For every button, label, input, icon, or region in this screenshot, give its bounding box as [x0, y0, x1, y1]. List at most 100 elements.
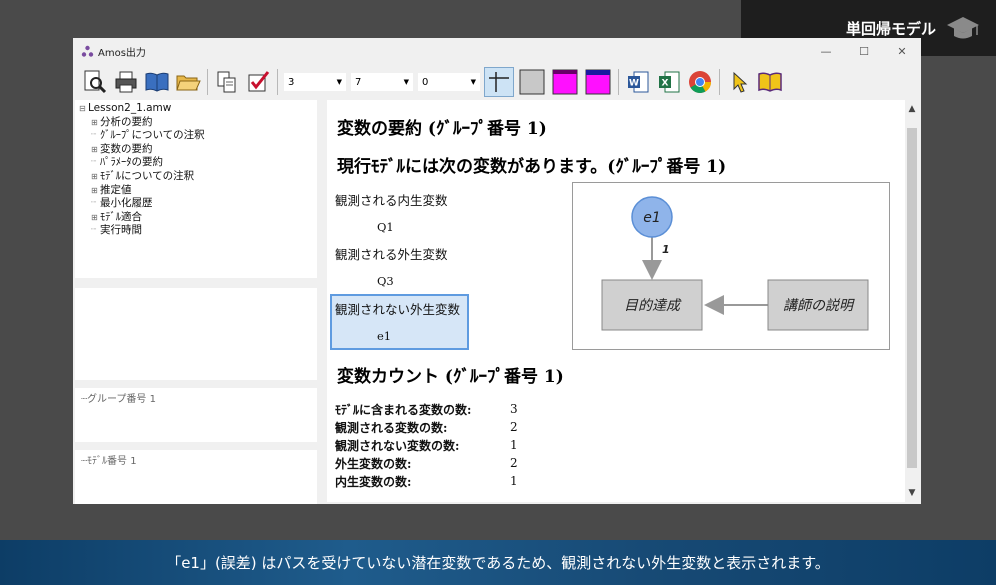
- gray-background-toggle[interactable]: [517, 67, 547, 97]
- tree-item[interactable]: ⊞ 変数の要約: [79, 143, 313, 157]
- count-label: 観測されない変数の数:: [335, 438, 460, 453]
- toolbar-separator: [719, 69, 720, 95]
- unobserved-exogenous-item: e1: [377, 329, 392, 343]
- tree-item-label: ﾊﾟﾗﾒｰﾀの要約: [100, 156, 163, 169]
- help-book-icon[interactable]: [756, 68, 784, 96]
- video-title: 単回帰モデル: [846, 19, 937, 38]
- scroll-thumb[interactable]: [907, 128, 917, 468]
- count-row: 内生変数の数: 1: [335, 472, 518, 490]
- print-preview-icon[interactable]: [81, 68, 109, 96]
- columns-select[interactable]: 0 ▼: [417, 72, 481, 92]
- tree-item[interactable]: ┈ ｸﾞﾙｰﾌﾟについての注釈: [79, 129, 313, 143]
- tree-item-label: 変数の要約: [100, 142, 153, 155]
- maximize-icon[interactable]: ☐: [845, 38, 883, 64]
- count-label: 内生変数の数:: [335, 474, 412, 489]
- book-open-icon[interactable]: [143, 68, 171, 96]
- column-width-select[interactable]: 7 ▼: [350, 72, 414, 92]
- dependent-node-label: 目的達成: [624, 298, 682, 314]
- section-heading-current-model: 現行ﾓﾃﾞﾙには次の変数があります。(ｸﾞﾙｰﾌﾟ番号 1): [337, 157, 727, 177]
- scroll-down-icon[interactable]: ▼: [905, 484, 919, 502]
- printer-icon[interactable]: [112, 68, 140, 96]
- magenta-blue-toggle[interactable]: [583, 67, 613, 97]
- group-pane: ┈グループ番号 1: [75, 388, 317, 442]
- tree-item[interactable]: ⊞ 推定値: [79, 184, 313, 198]
- decimal-places-select[interactable]: 3 ▼: [283, 72, 347, 92]
- tree-connector: ┈: [91, 157, 97, 168]
- title-bar: Amos出力: [73, 38, 921, 64]
- grid-lines-toggle[interactable]: [484, 67, 514, 97]
- video-subtitle: 「e1」(誤差) はパスを受けていない潜在変数であるため、観測されない外生変数と…: [0, 540, 996, 585]
- count-value: 1: [510, 438, 518, 452]
- error-node-label: e1: [643, 210, 661, 226]
- minimize-icon[interactable]: —: [807, 38, 845, 64]
- output-content: 変数の要約 (ｸﾞﾙｰﾌﾟ番号 1) 現行ﾓﾃﾞﾙには次の変数があります。(ｸﾞ…: [327, 100, 905, 502]
- magenta-header-toggle[interactable]: [550, 67, 580, 97]
- count-row: 外生変数の数: 2: [335, 454, 518, 472]
- independent-node-label: 講師の説明: [783, 298, 855, 314]
- count-label: 観測される変数の数:: [335, 420, 448, 435]
- tree-item-label: Lesson2_1.amw: [88, 102, 172, 114]
- tree-item-label: 実行時間: [100, 224, 142, 237]
- word-icon[interactable]: W: [624, 68, 652, 96]
- toolbar-separator: [618, 69, 619, 95]
- tree-item[interactable]: ⊞ 分析の要約: [79, 116, 313, 130]
- group-list-item[interactable]: ┈グループ番号 1: [75, 388, 317, 407]
- svg-text:X: X: [662, 79, 669, 89]
- window-title: Amos出力: [98, 47, 146, 59]
- excel-icon[interactable]: X: [655, 68, 683, 96]
- expand-toggle-icon[interactable]: ⊞: [91, 211, 100, 225]
- count-value: 1: [510, 474, 518, 488]
- vertical-scrollbar[interactable]: ▲ ▼: [905, 100, 919, 502]
- secondary-pane: [75, 288, 317, 380]
- observed-endogenous-item: Q1: [377, 220, 394, 234]
- tree-item[interactable]: ┈ ﾊﾟﾗﾒｰﾀの要約: [79, 156, 313, 170]
- output-tree: ⊟ Lesson2_1.amw ⊞ 分析の要約 ┈ ｸﾞﾙｰﾌﾟについての注釈 ⊞ 変数の要約…: [75, 100, 317, 278]
- count-row: 観測されない変数の数: 1: [335, 436, 518, 454]
- observed-exogenous-item: Q3: [377, 274, 394, 288]
- count-value: 2: [510, 456, 518, 470]
- context-help-icon[interactable]: [725, 68, 753, 96]
- model-pane: ┈ﾓﾃﾞﾙ番号 1: [75, 450, 317, 504]
- tree-item-label: ﾓﾃﾞﾙについての注釈: [100, 169, 195, 182]
- expand-toggle-icon[interactable]: ⊞: [91, 116, 100, 130]
- open-folder-icon[interactable]: [174, 68, 202, 96]
- amos-output-window: Amos出力 — ☐ ✕ 3 ▼ 7 ▼ 0 ▼ W X ⊟ Lesson2_1…: [73, 38, 921, 504]
- scroll-up-icon[interactable]: ▲: [905, 100, 919, 118]
- copy-icon[interactable]: [213, 68, 241, 96]
- toolbar-separator: [207, 69, 208, 95]
- model-list-item[interactable]: ┈ﾓﾃﾞﾙ番号 1: [75, 450, 317, 469]
- tree-item[interactable]: ⊞ ﾓﾃﾞﾙについての注釈: [79, 170, 313, 184]
- expand-toggle-icon[interactable]: ⊞: [91, 170, 100, 184]
- tree-connector: ┈: [91, 130, 97, 141]
- toolbar-separator: [277, 69, 278, 95]
- tree-item-label: 推定値: [100, 183, 132, 196]
- tree-connector: ┈: [91, 198, 97, 209]
- subtitle-text: 「e1」(誤差) はパスを受けていない潜在変数であるため、観測されない外生変数と…: [166, 554, 830, 572]
- tree-item-label: ﾓﾃﾞﾙ適合: [100, 210, 142, 223]
- section-heading-variable-counts: 変数カウント (ｸﾞﾙｰﾌﾟ番号 1): [337, 367, 564, 387]
- unobserved-exogenous-label: 観測されない外生変数: [335, 302, 461, 317]
- tree-item[interactable]: ⊞ ﾓﾃﾞﾙ適合: [79, 211, 313, 225]
- toolbar: 3 ▼ 7 ▼ 0 ▼ W X: [73, 64, 921, 100]
- expand-toggle-icon[interactable]: ⊞: [91, 143, 100, 157]
- path-diagram: e1 1 目的達成 講師の説明: [572, 182, 890, 350]
- count-value: 3: [510, 402, 518, 416]
- tree-item[interactable]: ┈ 最小化履歴: [79, 197, 313, 211]
- count-row: 観測される変数の数: 2: [335, 418, 518, 436]
- tree-item[interactable]: ⊟ Lesson2_1.amw: [79, 102, 313, 116]
- chrome-browser-icon[interactable]: [686, 68, 714, 96]
- observed-exogenous-label: 観測される外生変数: [335, 247, 448, 262]
- tree-item[interactable]: ┈ 実行時間: [79, 224, 313, 238]
- amos-app-icon: [81, 45, 94, 57]
- count-label: ﾓﾃﾞﾙに含まれる変数の数:: [335, 402, 472, 417]
- tree-connector: ┈: [91, 225, 97, 236]
- close-icon[interactable]: ✕: [883, 38, 921, 64]
- count-value: 2: [510, 420, 518, 434]
- expand-toggle-icon[interactable]: ⊞: [91, 184, 100, 198]
- svg-text:W: W: [629, 79, 639, 89]
- section-heading-variable-summary: 変数の要約 (ｸﾞﾙｰﾌﾟ番号 1): [337, 119, 547, 139]
- tree-item-label: 分析の要約: [100, 115, 153, 128]
- variable-counts-table: ﾓﾃﾞﾙに含まれる変数の数: 3 観測される変数の数: 2 観測されない変数の数: 1 外生…: [335, 400, 518, 490]
- expand-toggle-icon[interactable]: ⊟: [79, 102, 88, 116]
- checkbox-check-icon[interactable]: [244, 68, 272, 96]
